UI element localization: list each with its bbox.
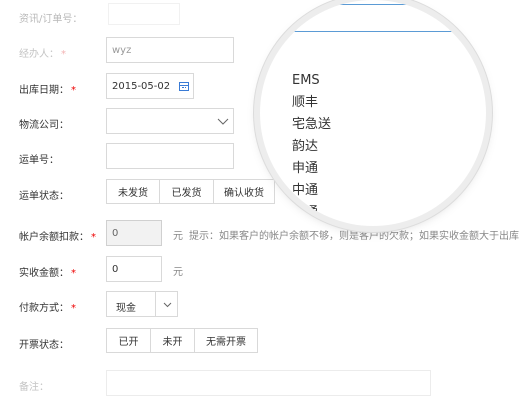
order-no-input[interactable] — [108, 3, 180, 25]
shipping-status-group: 未发货 已发货 确认收货 — [106, 179, 275, 204]
status-unshipped-button[interactable]: 未发货 — [106, 179, 160, 204]
ship-date-label: 出库日期： * — [19, 85, 76, 96]
status-received-button[interactable]: 确认收货 — [213, 179, 275, 204]
tracking-input[interactable] — [106, 143, 234, 169]
invoice-label: 开票状态： — [19, 340, 69, 351]
balance-unit: 元 — [173, 231, 183, 242]
dropdown-option-ems[interactable]: EMS — [292, 70, 331, 92]
dropdown-option-sf[interactable]: 顺丰 — [292, 92, 331, 114]
balance-label: 帐户余额扣款： * — [19, 232, 96, 243]
received-label: 实收金额： * — [19, 268, 76, 279]
remark-row: 备注： — [0, 370, 520, 396]
chevron-down-icon[interactable] — [163, 302, 172, 308]
shipping-status-label: 运单状态： — [19, 191, 69, 202]
handler-input[interactable]: wyz — [106, 37, 234, 63]
payment-select[interactable]: 现金 — [106, 291, 178, 317]
balance-input: 0 — [106, 220, 162, 246]
magnifier-lens: EMS 顺丰 宅急送 韵达 申通 中通 圆通 — [260, 0, 486, 226]
balance-value: 0 — [112, 228, 119, 239]
payment-divider — [155, 292, 156, 316]
dropdown-option-zto[interactable]: 中通 — [292, 180, 331, 202]
chevron-down-icon[interactable] — [217, 118, 229, 126]
calendar-icon[interactable] — [179, 82, 189, 91]
balance-hint: 提示：如果客户的帐户余额不够，则是客户的欠款；如果实收金额大于出库 — [189, 231, 519, 242]
logistics-select[interactable] — [106, 108, 234, 134]
logistics-dropdown-input[interactable] — [284, 4, 464, 32]
received-value: 0 — [112, 264, 119, 275]
tracking-label: 运单号： — [19, 155, 59, 166]
dropdown-option-yunda[interactable]: 韵达 — [292, 136, 331, 158]
received-row: 实收金额： * 0 元 — [0, 256, 520, 282]
ship-date-value: 2015-05-02 — [112, 81, 171, 92]
invoice-not-issued-button[interactable]: 未开 — [150, 328, 195, 353]
payment-label: 付款方式： * — [19, 303, 76, 314]
dropdown-option-yto[interactable]: 圆通 — [292, 202, 331, 224]
logistics-label: 物流公司： — [19, 120, 69, 131]
handler-label: 经办人： * — [19, 49, 66, 60]
payment-row: 付款方式： * 现金 — [0, 291, 520, 317]
invoice-not-needed-button[interactable]: 无需开票 — [194, 328, 258, 353]
ship-date-input[interactable]: 2015-05-02 — [106, 73, 194, 99]
dropdown-option-zjs[interactable]: 宅急送 — [292, 114, 331, 136]
remark-input[interactable] — [106, 370, 431, 396]
remark-label: 备注： — [19, 382, 49, 393]
balance-row: 帐户余额扣款： * 0 元 提示：如果客户的帐户余额不够，则是客户的欠款；如果实收… — [0, 220, 520, 246]
handler-value: wyz — [112, 45, 132, 56]
received-unit: 元 — [173, 267, 183, 278]
invoice-status-group: 已开 未开 无需开票 — [106, 328, 258, 353]
invoice-issued-button[interactable]: 已开 — [106, 328, 151, 353]
logistics-dropdown-list: EMS 顺丰 宅急送 韵达 申通 中通 圆通 — [292, 70, 331, 224]
status-shipped-button[interactable]: 已发货 — [159, 179, 214, 204]
received-input[interactable]: 0 — [106, 256, 162, 282]
invoice-row: 开票状态： 已开 未开 无需开票 — [0, 328, 520, 354]
order-no-label: 资讯/订单号： — [19, 14, 83, 25]
dropdown-option-sto[interactable]: 申通 — [292, 158, 331, 180]
payment-value: 现金 — [116, 303, 136, 314]
